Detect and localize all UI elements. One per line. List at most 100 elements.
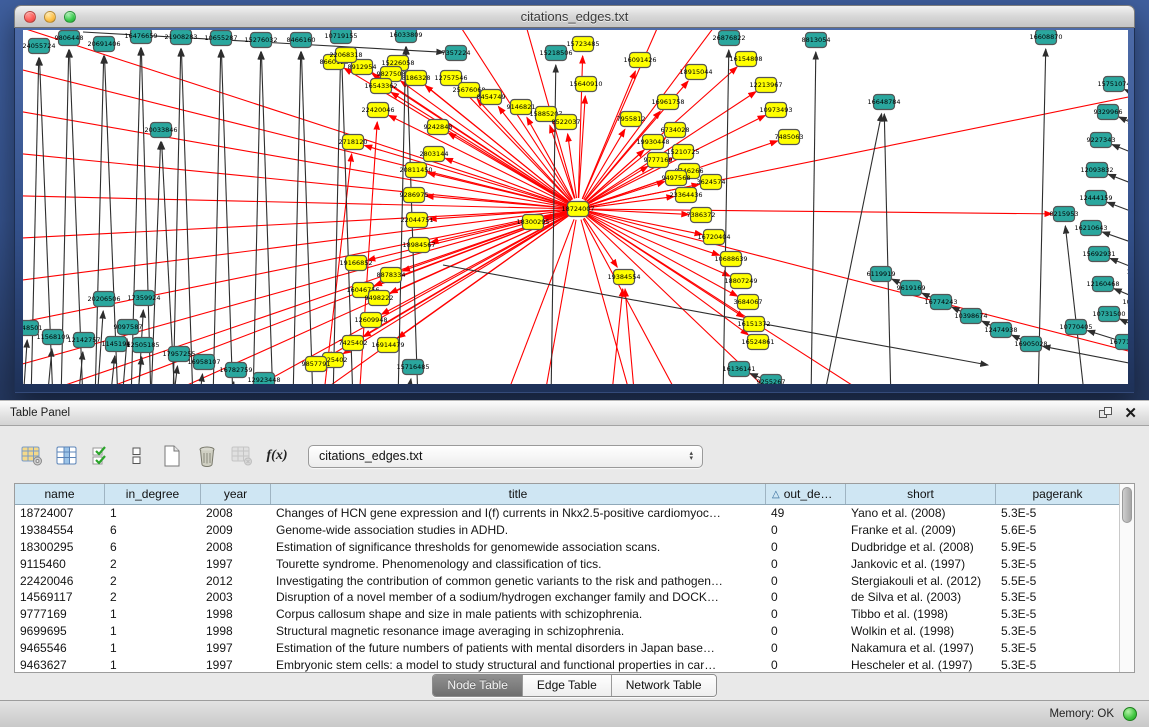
table-cell[interactable]: 5.6E-5 bbox=[996, 523, 1119, 537]
table-cell[interactable]: 2003 bbox=[201, 590, 271, 604]
graph-edge[interactable] bbox=[884, 114, 891, 384]
delete-table-icon[interactable] bbox=[191, 441, 223, 471]
table-cell[interactable]: 2008 bbox=[201, 540, 271, 554]
table-cell[interactable]: 9115460 bbox=[15, 557, 105, 571]
table-cell[interactable]: Corpus callosum shape and size in male p… bbox=[271, 607, 766, 621]
graph-edge[interactable] bbox=[23, 105, 567, 207]
table-cell[interactable]: 0 bbox=[766, 590, 846, 604]
graph-edge[interactable] bbox=[223, 214, 568, 384]
graph-edge[interactable] bbox=[104, 56, 118, 384]
column-header-out_de[interactable]: △out_de… bbox=[766, 484, 846, 504]
column-header-short[interactable]: short bbox=[846, 484, 996, 504]
table-row[interactable]: 1872400712008Changes of HCN gene express… bbox=[15, 505, 1119, 522]
graph-edge[interactable] bbox=[95, 56, 104, 384]
table-cell[interactable]: 9463627 bbox=[15, 658, 105, 672]
table-cell[interactable]: 1 bbox=[105, 607, 201, 621]
graph-edge[interactable] bbox=[1125, 89, 1128, 110]
table-row[interactable]: 1938455462009Genome-wide association stu… bbox=[15, 522, 1119, 539]
graph-edge[interactable] bbox=[448, 133, 568, 203]
table-cell[interactable]: 1 bbox=[105, 506, 201, 520]
table-cell[interactable]: 18300295 bbox=[15, 540, 105, 554]
table-cell[interactable]: Estimation of significance thresholds fo… bbox=[271, 540, 766, 554]
table-row[interactable]: 969969511998Structural magnetic resonanc… bbox=[15, 623, 1119, 640]
table-cell[interactable]: Embryonic stem cells: a model to study s… bbox=[271, 658, 766, 672]
table-settings-icon[interactable] bbox=[16, 441, 48, 471]
table-cell[interactable]: Wolkin et al. (1998) bbox=[846, 624, 996, 638]
table-cell[interactable]: Investigating the contribution of common… bbox=[271, 574, 766, 588]
graph-edge[interactable] bbox=[261, 52, 273, 384]
table-cell[interactable]: 0 bbox=[766, 540, 846, 554]
graph-edge[interactable] bbox=[982, 321, 991, 325]
table-cell[interactable]: 5.3E-5 bbox=[996, 607, 1119, 621]
table-cell[interactable]: 0 bbox=[766, 557, 846, 571]
graph-edge[interactable] bbox=[543, 220, 576, 384]
table-cell[interactable]: 5.3E-5 bbox=[996, 506, 1119, 520]
table-cell[interactable]: 1 bbox=[105, 658, 201, 672]
table-row[interactable]: 2242004622012Investigating the contribut… bbox=[15, 572, 1119, 589]
graph-edge[interactable] bbox=[611, 289, 623, 384]
graph-edge[interactable] bbox=[922, 293, 931, 297]
table-cell[interactable]: 6 bbox=[105, 540, 201, 554]
table-cell[interactable]: Stergiakouli et al. (2012) bbox=[846, 574, 996, 588]
tab-node-table[interactable]: Node Table bbox=[433, 675, 523, 696]
table-scrollbar[interactable] bbox=[1119, 484, 1134, 672]
table-cell[interactable]: 1 bbox=[105, 624, 201, 638]
table-cell[interactable]: Tibbo et al. (1998) bbox=[846, 607, 996, 621]
table-row[interactable]: 911546021997Tourette syndrome. Phenomeno… bbox=[15, 555, 1119, 572]
table-cell[interactable]: 5.3E-5 bbox=[996, 590, 1119, 604]
graph-edge[interactable] bbox=[301, 52, 313, 384]
close-panel-icon[interactable]: ✕ bbox=[1124, 406, 1137, 421]
table-cell[interactable]: 0 bbox=[766, 574, 846, 588]
new-table-icon[interactable] bbox=[156, 441, 188, 471]
graph-edge[interactable] bbox=[583, 219, 683, 384]
table-row[interactable]: 977716911998Corpus callosum shape and si… bbox=[15, 606, 1119, 623]
table-cell[interactable]: 2008 bbox=[201, 506, 271, 520]
table-cell[interactable]: 5.3E-5 bbox=[996, 624, 1119, 638]
graph-edge[interactable] bbox=[1043, 346, 1128, 370]
table-cell[interactable]: 9777169 bbox=[15, 607, 105, 621]
table-cell[interactable]: Jankovic et al. (1997) bbox=[846, 557, 996, 571]
graph-edge[interactable] bbox=[213, 50, 221, 384]
graph-edge[interactable] bbox=[141, 48, 151, 384]
table-cell[interactable]: 0 bbox=[766, 523, 846, 537]
table-cell[interactable]: 1998 bbox=[201, 624, 271, 638]
graph-edge[interactable] bbox=[892, 279, 901, 283]
table-cell[interactable]: 1997 bbox=[201, 557, 271, 571]
table-row[interactable]: 946554611997Estimation of the future num… bbox=[15, 639, 1119, 656]
table-cell[interactable]: 9465546 bbox=[15, 641, 105, 655]
table-cell[interactable]: 5.3E-5 bbox=[996, 658, 1119, 672]
table-cell[interactable]: 0 bbox=[766, 607, 846, 621]
table-cell[interactable]: Tourette syndrome. Phenomenology and cla… bbox=[271, 557, 766, 571]
network-window-titlebar[interactable]: citations_edges.txt bbox=[14, 5, 1135, 28]
table-cell[interactable]: 0 bbox=[766, 624, 846, 638]
table-cell[interactable]: Franke et al. (2009) bbox=[846, 523, 996, 537]
graph-edge[interactable] bbox=[1012, 335, 1021, 339]
table-cell[interactable]: 5.5E-5 bbox=[996, 574, 1119, 588]
graph-edge[interactable] bbox=[625, 289, 635, 384]
column-header-pagerank[interactable]: pagerank bbox=[996, 484, 1119, 504]
column-header-title[interactable]: title bbox=[271, 484, 766, 504]
table-cell[interactable]: Nakamura et al. (1997) bbox=[846, 641, 996, 655]
table-cell[interactable]: 22420046 bbox=[15, 574, 105, 588]
graph-edge[interactable] bbox=[811, 52, 816, 384]
table-cell[interactable]: 2 bbox=[105, 574, 201, 588]
table-cell[interactable]: Structural magnetic resonance image aver… bbox=[271, 624, 766, 638]
table-cell[interactable]: Genome-wide association studies in ADHD. bbox=[271, 523, 766, 537]
column-header-in_degree[interactable]: in_degree bbox=[105, 484, 201, 504]
tab-network-table[interactable]: Network Table bbox=[612, 675, 716, 696]
table-cell[interactable]: 0 bbox=[766, 658, 846, 672]
graph-edge[interactable] bbox=[1107, 202, 1128, 224]
graph-edge[interactable] bbox=[723, 50, 729, 384]
float-panel-icon[interactable] bbox=[1099, 407, 1112, 419]
table-cell[interactable]: Dudbridge et al. (2008) bbox=[846, 540, 996, 554]
graph-edge[interactable] bbox=[23, 340, 27, 384]
graph-edge[interactable] bbox=[23, 60, 567, 206]
graph-edge[interactable] bbox=[1108, 174, 1128, 196]
table-cell[interactable]: 2 bbox=[105, 590, 201, 604]
graph-edge[interactable] bbox=[407, 379, 411, 384]
graph-edge[interactable] bbox=[333, 48, 341, 384]
function-builder-icon[interactable]: f(x) bbox=[261, 441, 293, 471]
table-cell[interactable]: de Silva et al. (2003) bbox=[846, 590, 996, 604]
table-cell[interactable]: 1 bbox=[105, 641, 201, 655]
table-cell[interactable]: 19384554 bbox=[15, 523, 105, 537]
